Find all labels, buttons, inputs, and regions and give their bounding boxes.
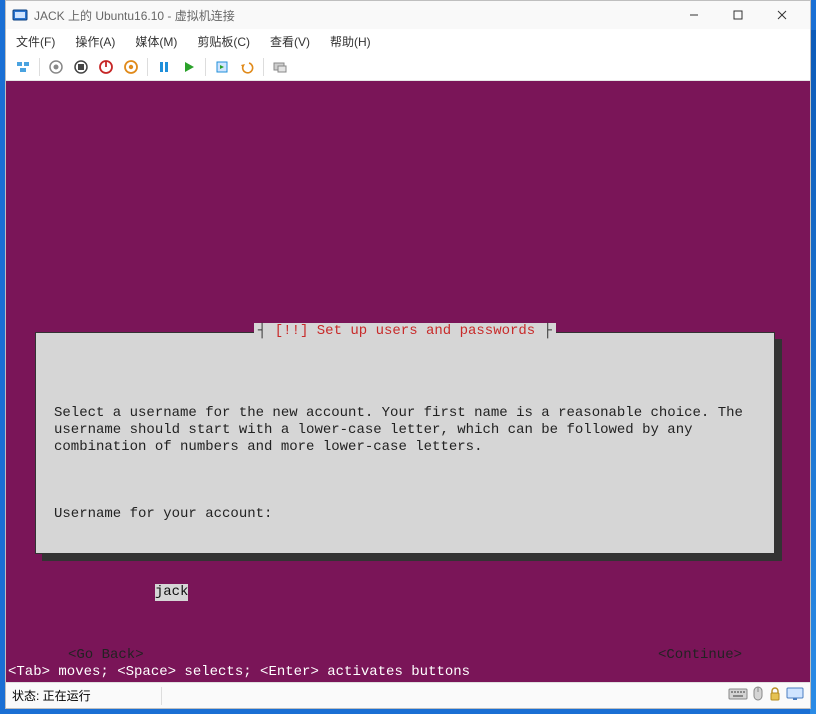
guest-screen[interactable]: [!!] Set up users and passwords Select a… (6, 81, 810, 682)
turn-off-button[interactable] (70, 56, 92, 78)
toolbar-separator (147, 58, 148, 76)
titlebar[interactable]: JACK 上的 Ubuntu16.10 - 虚拟机连接 (6, 1, 810, 29)
window-controls (672, 2, 804, 28)
window-title: JACK 上的 Ubuntu16.10 - 虚拟机连接 (34, 7, 672, 24)
keyboard-icon (728, 687, 748, 704)
go-back-button[interactable]: <Go Back> (68, 647, 144, 664)
username-value: jack (155, 584, 189, 601)
status-text: 状态: 正在运行 (12, 687, 91, 704)
toolbar-separator (205, 58, 206, 76)
start-button[interactable] (178, 56, 200, 78)
vm-window: JACK 上的 Ubuntu16.10 - 虚拟机连接 文件(F) 操作(A) … (5, 0, 811, 709)
app-icon (12, 7, 28, 23)
menu-view[interactable]: 查看(V) (266, 31, 314, 52)
minimize-button[interactable] (672, 2, 716, 28)
revert-button[interactable] (236, 56, 258, 78)
enhanced-session-button[interactable] (269, 56, 291, 78)
lock-icon (768, 686, 782, 705)
username-input[interactable]: jack (54, 567, 756, 585)
status-icons (728, 686, 804, 705)
menu-clipboard[interactable]: 剪贴板(C) (193, 31, 254, 52)
maximize-button[interactable] (716, 2, 760, 28)
mouse-icon (752, 686, 764, 705)
ctrl-alt-del-button[interactable] (12, 56, 34, 78)
pause-button[interactable] (153, 56, 175, 78)
username-prompt: Username for your account: (54, 506, 756, 523)
installer-dialog: [!!] Set up users and passwords Select a… (35, 332, 775, 554)
display-icon (786, 687, 804, 704)
menu-help[interactable]: 帮助(H) (326, 31, 375, 52)
menubar: 文件(F) 操作(A) 媒体(M) 剪贴板(C) 查看(V) 帮助(H) (6, 29, 810, 53)
key-hints: <Tab> moves; <Space> selects; <Enter> ac… (8, 664, 470, 680)
dialog-title: [!!] Set up users and passwords (254, 323, 556, 339)
dialog-description: Select a username for the new account. Y… (54, 405, 756, 456)
checkpoint-button[interactable] (211, 56, 233, 78)
toolbar (6, 53, 810, 81)
toolbar-separator (39, 58, 40, 76)
menu-media[interactable]: 媒体(M) (131, 31, 181, 52)
turn-on-button[interactable] (45, 56, 67, 78)
close-button[interactable] (760, 2, 804, 28)
menu-file[interactable]: 文件(F) (12, 31, 59, 52)
statusbar: 状态: 正在运行 (6, 682, 810, 708)
menu-action[interactable]: 操作(A) (71, 31, 119, 52)
save-state-button[interactable] (120, 56, 142, 78)
status-separator (161, 687, 162, 705)
continue-button[interactable]: <Continue> (658, 647, 742, 664)
shutdown-button[interactable] (95, 56, 117, 78)
toolbar-separator (263, 58, 264, 76)
